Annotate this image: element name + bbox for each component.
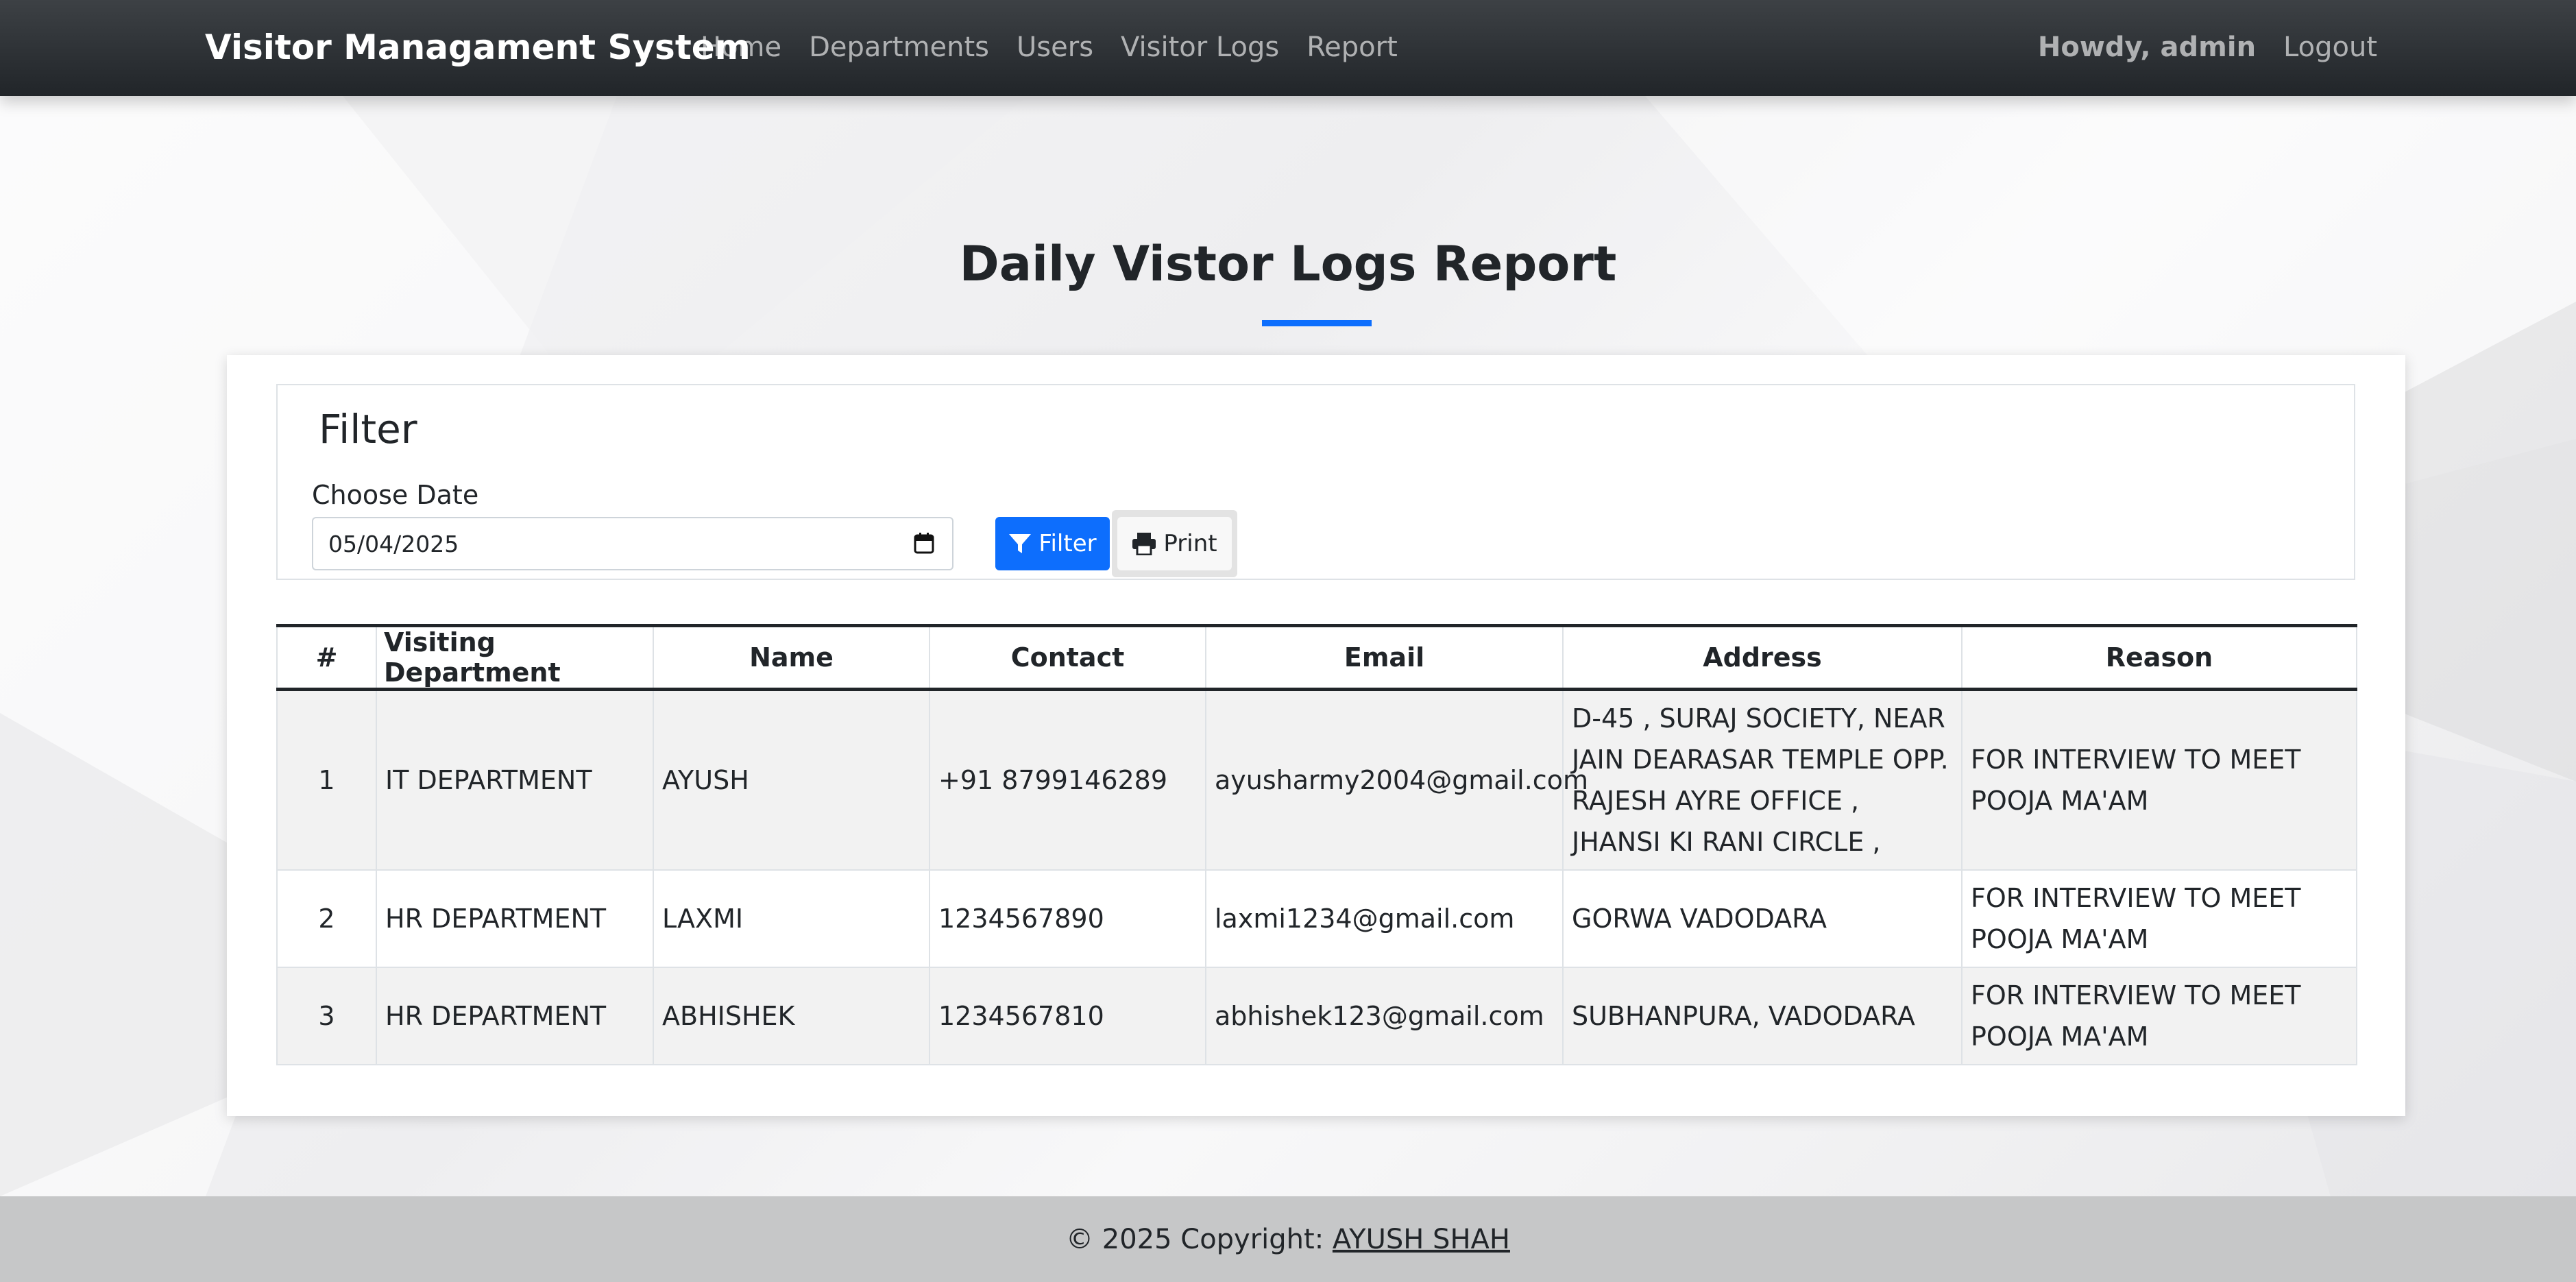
col-header-contact: Contact	[929, 624, 1206, 691]
filter-panel: Filter Choose Date 05/04/2025 Filter Pri…	[276, 384, 2355, 580]
filter-heading: Filter	[319, 406, 417, 452]
filter-button[interactable]: Filter	[995, 517, 1110, 570]
print-button-label: Print	[1163, 530, 1217, 557]
date-value: 05/04/2025	[328, 531, 459, 557]
print-button-focus-ring: Print	[1112, 510, 1237, 577]
cell-email: laxmi1234@gmail.com	[1205, 869, 1564, 968]
cell-department: HR DEPARTMENT	[376, 966, 654, 1065]
col-header-department: Visiting Department	[376, 624, 654, 691]
cell-name: LAXMI	[653, 869, 930, 968]
nav-departments[interactable]: Departments	[809, 32, 989, 63]
cell-name: ABHISHEK	[653, 966, 930, 1065]
cell-name: AYUSH	[653, 688, 930, 871]
copyright-text: © 2025 Copyright:	[1066, 1224, 1324, 1255]
filter-icon	[1009, 534, 1032, 553]
footer-text: © 2025 Copyright: AYUSH SHAH	[0, 1224, 2576, 1255]
cell-email: ayusharmy2004@gmail.com	[1205, 688, 1588, 871]
title-underline	[1262, 320, 1372, 326]
col-header-reason: Reason	[1961, 624, 2357, 691]
date-label: Choose Date	[312, 480, 479, 510]
cell-number: 2	[276, 869, 377, 968]
cell-department: HR DEPARTMENT	[376, 869, 654, 968]
cell-contact: +91 8799146289	[929, 688, 1206, 871]
logout-link[interactable]: Logout	[2283, 32, 2377, 63]
cell-reason: FOR INTERVIEW TO MEET POOJA MA'AM	[1961, 966, 2357, 1065]
table-row: 3 HR DEPARTMENT ABHISHEK 1234567810 abhi…	[276, 966, 2357, 1065]
brand-title[interactable]: Visitor Managament System	[205, 27, 751, 67]
nav-links: Home Departments Users Visitor Logs Repo…	[701, 32, 1425, 63]
cell-address: GORWA VADODARA	[1562, 869, 1963, 968]
nav-visitor-logs[interactable]: Visitor Logs	[1121, 32, 1279, 63]
nav-users[interactable]: Users	[1017, 32, 1093, 63]
author-link[interactable]: AYUSH SHAH	[1333, 1224, 1510, 1255]
user-greeting: Howdy, admin	[2037, 32, 2257, 63]
print-button[interactable]: Print	[1117, 517, 1232, 570]
cell-address: SUBHANPURA, VADODARA	[1562, 966, 1963, 1065]
cell-reason: FOR INTERVIEW TO MEET POOJA MA'AM	[1961, 688, 2357, 871]
cell-number: 3	[276, 966, 377, 1065]
page-footer: © 2025 Copyright: AYUSH SHAH	[0, 1196, 2576, 1282]
nav-home[interactable]: Home	[701, 32, 781, 63]
col-header-name: Name	[653, 624, 930, 691]
print-icon	[1132, 533, 1156, 555]
cell-address: D-45 , SURAJ SOCIETY, NEAR JAIN DEARASAR…	[1562, 688, 1963, 871]
top-navbar: Visitor Managament System Home Departmen…	[0, 0, 2576, 96]
col-header-address: Address	[1562, 624, 1963, 691]
visitor-logs-table: # Visiting Department Name Contact Email…	[276, 624, 2357, 1065]
date-input[interactable]: 05/04/2025	[312, 517, 953, 570]
nav-report[interactable]: Report	[1307, 32, 1398, 63]
calendar-icon[interactable]	[914, 532, 934, 554]
page-title: Daily Vistor Logs Report	[959, 236, 1617, 292]
table-row: 1 IT DEPARTMENT AYUSH +91 8799146289 ayu…	[276, 688, 2357, 871]
nav-user-area: Howdy, admin Logout	[2038, 32, 2377, 63]
cell-email: abhishek123@gmail.com	[1205, 966, 1564, 1065]
filter-button-label: Filter	[1038, 530, 1097, 557]
cell-reason: FOR INTERVIEW TO MEET POOJA MA'AM	[1961, 869, 2357, 968]
cell-number: 1	[276, 688, 377, 871]
table-header-row: # Visiting Department Name Contact Email…	[276, 624, 2357, 691]
report-card: Filter Choose Date 05/04/2025 Filter Pri…	[227, 355, 2405, 1116]
cell-contact: 1234567810	[929, 966, 1206, 1065]
col-header-email: Email	[1205, 624, 1564, 691]
cell-contact: 1234567890	[929, 869, 1206, 968]
table-row: 2 HR DEPARTMENT LAXMI 1234567890 laxmi12…	[276, 869, 2357, 968]
col-header-number: #	[276, 624, 377, 691]
cell-department: IT DEPARTMENT	[376, 688, 654, 871]
